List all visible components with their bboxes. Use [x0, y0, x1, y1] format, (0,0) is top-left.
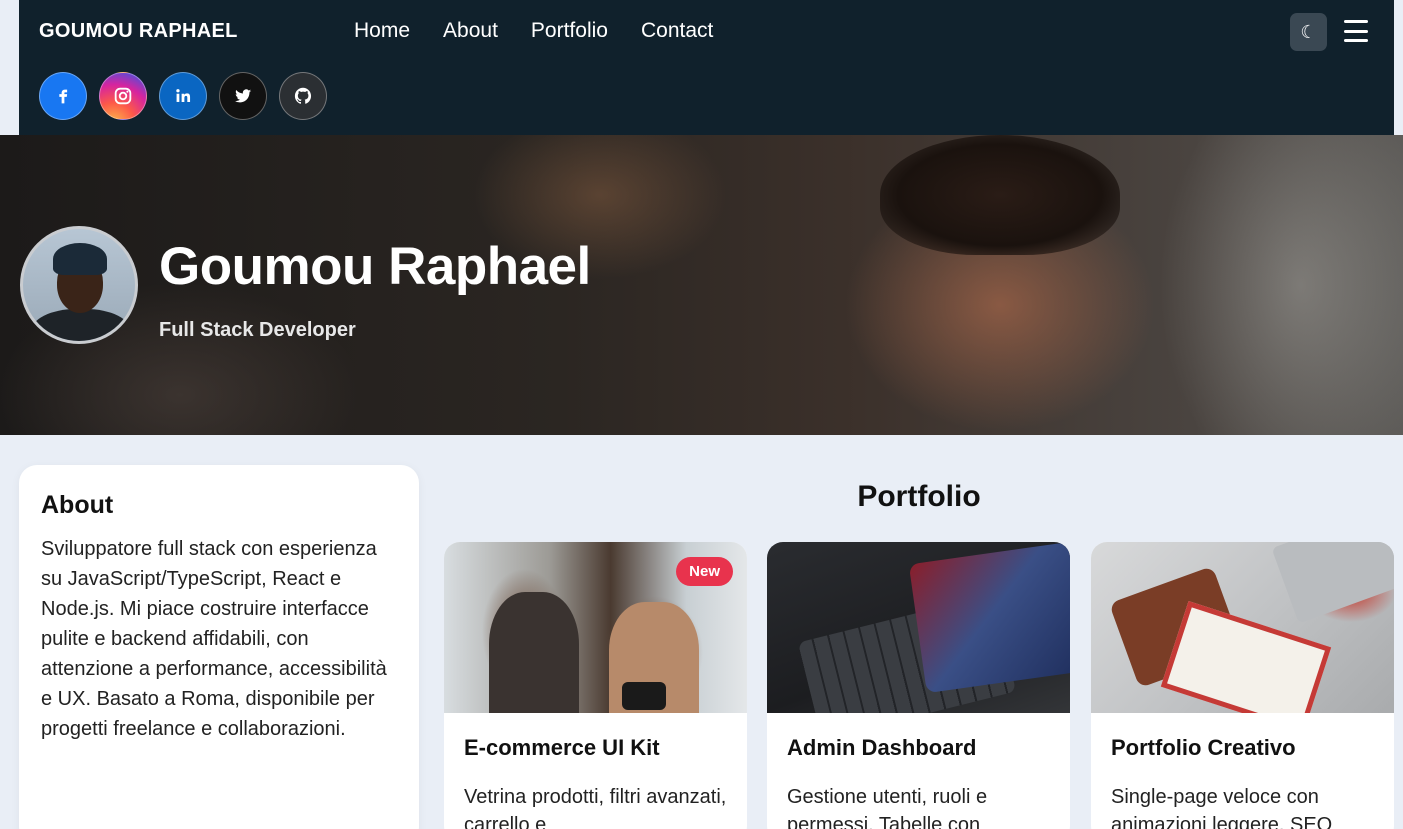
- theme-toggle-button[interactable]: ☾: [1290, 13, 1327, 51]
- linkedin-icon[interactable]: [159, 72, 207, 120]
- twitter-icon[interactable]: [219, 72, 267, 120]
- hero-role: Full Stack Developer: [159, 319, 356, 341]
- brand-logo[interactable]: GOUMOU RAPHAEL: [39, 20, 238, 43]
- nav-link-portfolio[interactable]: Portfolio: [531, 19, 608, 43]
- top-navbar: GOUMOU RAPHAEL Home About Portfolio Cont…: [19, 0, 1394, 135]
- nav-link-contact[interactable]: Contact: [641, 19, 713, 43]
- about-card: About Sviluppatore full stack con esperi…: [19, 465, 419, 829]
- hamburger-menu-icon[interactable]: [1344, 20, 1368, 42]
- card-image: [1091, 542, 1394, 713]
- card-title: Portfolio Creativo: [1111, 735, 1296, 760]
- social-links: [39, 72, 339, 120]
- portfolio-card-ecommerce[interactable]: New E-commerce UI Kit Vetrina prodotti, …: [444, 542, 747, 829]
- card-title: Admin Dashboard: [787, 735, 977, 760]
- portfolio-card-creative[interactable]: Portfolio Creativo Single-page veloce co…: [1091, 542, 1394, 829]
- card-description: Gestione utenti, ruoli e permessi. Tabel…: [787, 786, 988, 829]
- nav-link-home[interactable]: Home: [354, 19, 410, 43]
- card-image: [767, 542, 1070, 713]
- hero-banner: Goumou Raphael Full Stack Developer: [0, 135, 1403, 435]
- github-icon[interactable]: [279, 72, 327, 120]
- instagram-icon[interactable]: [99, 72, 147, 120]
- hero-background-image: [880, 135, 1120, 255]
- hero-name: Goumou Raphael: [159, 237, 591, 296]
- card-title: E-commerce UI Kit: [464, 735, 660, 760]
- about-title: About: [41, 491, 114, 519]
- about-text: Sviluppatore full stack con esperienza s…: [41, 538, 387, 740]
- nav-link-about[interactable]: About: [443, 19, 498, 43]
- card-description: Vetrina prodotti, filtri avanzati, carre…: [464, 786, 727, 829]
- main-nav: Home About Portfolio Contact: [354, 19, 746, 43]
- portfolio-card-admin-dashboard[interactable]: Admin Dashboard Gestione utenti, ruoli e…: [767, 542, 1070, 829]
- moon-icon: ☾: [1300, 21, 1317, 42]
- new-badge: New: [676, 557, 733, 586]
- facebook-icon[interactable]: [39, 72, 87, 120]
- avatar: [20, 226, 138, 344]
- portfolio-title: Portfolio: [857, 480, 981, 513]
- card-image: New: [444, 542, 747, 713]
- card-description: Single-page veloce con animazioni legger…: [1111, 786, 1333, 829]
